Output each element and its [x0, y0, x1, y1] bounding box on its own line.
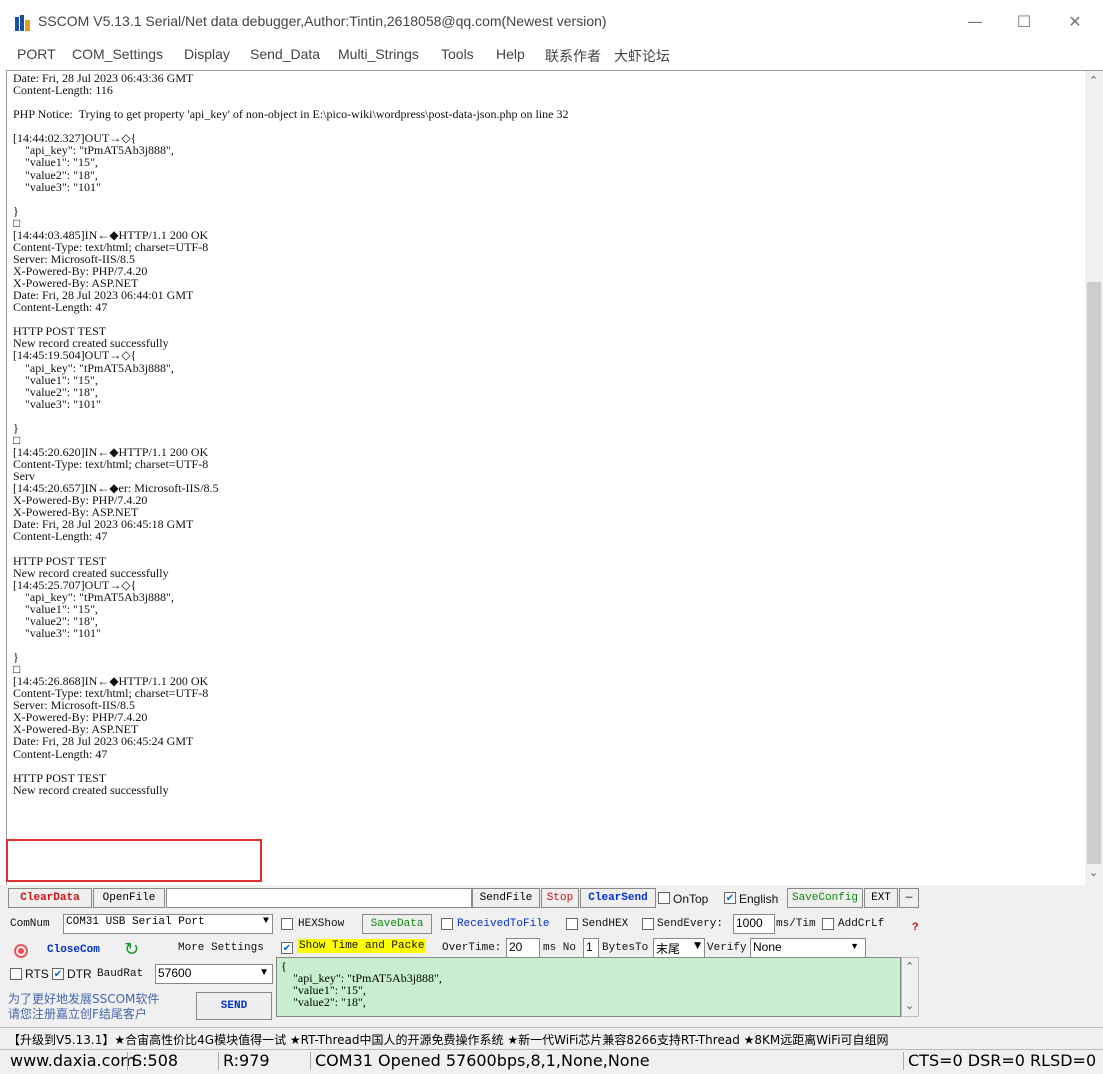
- baud-rate-value: 57600: [158, 966, 192, 980]
- on-top-label: OnTop: [673, 892, 709, 906]
- sscom-app-icon: [14, 14, 32, 32]
- status-port-info: COM31 Opened 57600bps,8,1,None,None: [310, 1052, 650, 1070]
- close-button[interactable]: ✕: [1052, 8, 1098, 36]
- menu-multi-strings[interactable]: Multi_Strings: [338, 46, 419, 62]
- status-website-link[interactable]: www.daxia.com: [6, 1052, 136, 1070]
- log-line: Content-Length: 47: [13, 529, 108, 544]
- more-settings-button[interactable]: More Settings: [178, 942, 264, 954]
- com-port-value: COM31 USB Serial Port: [66, 916, 205, 928]
- save-config-button[interactable]: SaveConfig: [787, 888, 863, 908]
- log-scrollbar-thumb[interactable]: [1087, 282, 1101, 864]
- send-button[interactable]: SEND: [196, 992, 272, 1020]
- ext-button[interactable]: EXT: [864, 888, 898, 908]
- save-data-button[interactable]: SaveData: [362, 914, 432, 934]
- menu-send-data[interactable]: Send_Data: [250, 46, 320, 62]
- minimize-button[interactable]: —: [952, 8, 998, 36]
- send-file-button[interactable]: SendFile: [472, 888, 540, 908]
- verify-select[interactable]: None ▼: [750, 938, 866, 958]
- send-hex-label: SendHEX: [582, 918, 629, 930]
- menu-help[interactable]: Help: [496, 46, 525, 62]
- scroll-up-icon[interactable]: ⌃: [1089, 74, 1098, 87]
- menu-tools[interactable]: Tools: [441, 46, 474, 62]
- promo-link-line2[interactable]: 请您注册嘉立创F结尾客户: [8, 1005, 147, 1022]
- scroll-down-icon[interactable]: ⌄: [1089, 866, 1098, 879]
- on-top-checkbox[interactable]: [658, 892, 670, 904]
- status-received-count: R:979: [218, 1052, 270, 1070]
- menu-contact-author[interactable]: 联系作者: [545, 46, 601, 66]
- received-to-file-checkbox[interactable]: [441, 918, 453, 930]
- clear-data-button[interactable]: ClearData: [8, 888, 92, 908]
- chevron-down-icon: ▼: [262, 916, 269, 927]
- show-time-checkbox[interactable]: [281, 942, 293, 954]
- verify-label: Verify: [707, 942, 747, 954]
- overtime-label: OverTime:: [442, 942, 502, 954]
- log-line: New record created successfully: [13, 782, 169, 797]
- log-line: Content-Length: 47: [13, 300, 108, 315]
- send-every-label: SendEvery:: [657, 918, 724, 930]
- log-line: Content-Length: 47: [13, 746, 108, 761]
- com-port-select[interactable]: COM31 USB Serial Port ▼: [63, 914, 273, 934]
- refresh-icon[interactable]: ↻: [124, 939, 139, 960]
- stop-button[interactable]: Stop: [541, 888, 579, 908]
- send-text-area[interactable]: { "api_key": "tPmAT5Ab3j888", "value1": …: [276, 957, 901, 1017]
- no-input[interactable]: 1: [583, 938, 599, 958]
- log-line: "value3": "101": [13, 625, 101, 640]
- baud-rate-label: BaudRat: [97, 968, 144, 980]
- maximize-button[interactable]: ☐: [1001, 8, 1047, 36]
- rts-checkbox[interactable]: [10, 968, 22, 980]
- bytes-to-select[interactable]: 末尾 ▼: [653, 938, 705, 958]
- hex-show-label: HEXShow: [298, 918, 345, 930]
- file-path-input[interactable]: [166, 888, 472, 908]
- bytes-to-label: BytesTo: [602, 942, 649, 954]
- ms-tim-label: ms/Tim: [776, 918, 816, 930]
- verify-value: None: [753, 940, 782, 954]
- send-hex-checkbox[interactable]: [566, 918, 578, 930]
- chevron-down-icon: ▼: [850, 941, 859, 951]
- log-line: "value3": "101": [13, 396, 101, 411]
- receive-log[interactable]: Date: Fri, 28 Jul 2023 06:43:36 GMT Cont…: [13, 72, 1073, 884]
- open-file-button[interactable]: OpenFile: [93, 888, 165, 908]
- status-signals: CTS=0 DSR=0 RLSD=0: [903, 1052, 1096, 1070]
- baud-rate-select[interactable]: 57600 ▼: [155, 964, 273, 984]
- dtr-label: DTR: [67, 967, 92, 981]
- overtime-input[interactable]: 20: [506, 938, 540, 958]
- promo-ticker-text: 【升级到V5.13.1】★合宙高性价比4G模块值得一试 ★RT-Thread中国…: [8, 1033, 889, 1047]
- chevron-down-icon: ▼: [694, 941, 701, 951]
- menu-port[interactable]: PORT: [17, 46, 56, 62]
- show-time-label: Show Time and Packe: [297, 939, 427, 953]
- send-scroll-up-icon[interactable]: ⌃: [905, 960, 914, 973]
- english-label: English: [739, 892, 779, 906]
- help-icon[interactable]: ?: [912, 922, 919, 934]
- status-sent-count: S:508: [127, 1052, 178, 1070]
- add-crlf-label: AddCrLf: [838, 918, 885, 930]
- menu-display[interactable]: Display: [184, 46, 230, 62]
- send-line: "value2": "18",: [281, 995, 366, 1009]
- received-to-file-label: ReceivedToFile: [457, 918, 550, 930]
- window-title: SSCOM V5.13.1 Serial/Net data debugger,A…: [38, 13, 607, 29]
- ms-no-label: ms No: [543, 942, 577, 954]
- dtr-checkbox[interactable]: [52, 968, 64, 980]
- hex-show-checkbox[interactable]: [281, 918, 293, 930]
- highlight-annotation-box: [6, 839, 262, 882]
- rts-label: RTS: [25, 967, 49, 981]
- send-every-input[interactable]: 1000: [733, 914, 775, 934]
- log-line: Content-Type: text/html; charset=UTF-8: [13, 457, 209, 471]
- menu-com-settings[interactable]: COM_Settings: [72, 46, 163, 62]
- port-status-led-icon: [14, 944, 28, 958]
- add-crlf-checkbox[interactable]: [822, 918, 834, 930]
- bytes-to-value: 末尾: [656, 942, 681, 956]
- log-line: PHP Notice: Trying to get property 'api_…: [13, 107, 569, 122]
- log-line: "value3": "101": [13, 179, 101, 194]
- menu-forum[interactable]: 大虾论坛: [614, 46, 670, 66]
- chevron-down-icon: ▼: [259, 967, 269, 978]
- promo-ticker[interactable]: 【升级到V5.13.1】★合宙高性价比4G模块值得一试 ★RT-Thread中国…: [0, 1027, 1103, 1050]
- english-checkbox[interactable]: [724, 892, 736, 904]
- send-every-checkbox[interactable]: [642, 918, 654, 930]
- com-num-label: ComNum: [10, 918, 50, 930]
- send-scroll-down-icon[interactable]: ⌄: [905, 999, 914, 1012]
- log-line: Content-Length: 116: [13, 83, 113, 98]
- collapse-button[interactable]: —: [899, 888, 919, 908]
- close-com-button[interactable]: CloseCom: [47, 944, 100, 956]
- clear-send-button[interactable]: ClearSend: [580, 888, 656, 908]
